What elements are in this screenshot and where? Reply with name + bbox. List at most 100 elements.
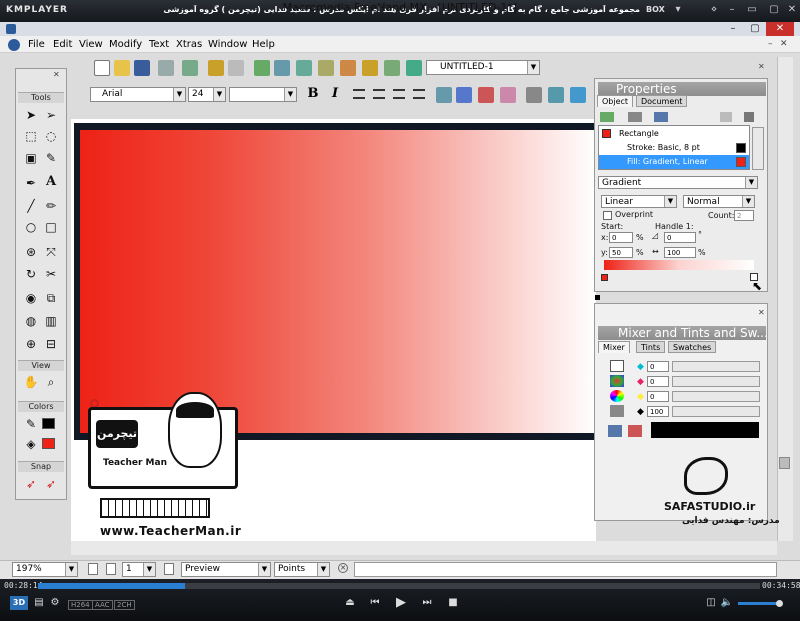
start-y-field[interactable]: 50	[609, 247, 633, 258]
effects-icon[interactable]	[478, 87, 494, 103]
magenta-field[interactable]: 0	[647, 376, 669, 387]
properties-title[interactable]: Properties	[598, 82, 766, 96]
chevron-down-icon[interactable]: ▼	[664, 196, 676, 207]
trash-icon[interactable]	[744, 112, 754, 122]
styles-icon[interactable]	[340, 60, 356, 76]
bold-button[interactable]: B	[306, 87, 320, 101]
effect-add-icon[interactable]	[654, 112, 668, 122]
view-mode-select[interactable]: Preview ▼	[181, 562, 271, 577]
group-icon[interactable]	[254, 60, 270, 76]
zoom-tool[interactable]: ⌕	[42, 373, 60, 391]
gradient-start-swatch[interactable]	[601, 274, 608, 281]
system-color-icon[interactable]	[610, 405, 624, 417]
color-mixer-icon[interactable]	[362, 60, 378, 76]
fill-color-icon[interactable]: ◈	[22, 435, 40, 453]
stroke-swatch[interactable]	[736, 143, 746, 153]
tab-mixer[interactable]: Mixer	[598, 341, 630, 353]
minimize-button[interactable]: –	[722, 22, 744, 36]
subselect-tool[interactable]: ➢	[42, 106, 60, 124]
import-icon[interactable]	[158, 60, 174, 76]
scale-tool[interactable]: ⤧	[42, 243, 60, 261]
fill-type-select[interactable]: Gradient ▼	[598, 176, 758, 189]
properties-close-icon[interactable]: ✕	[758, 62, 765, 71]
add-to-swatches-icon[interactable]	[608, 425, 622, 437]
chart-tool[interactable]: ▥	[42, 312, 60, 330]
units-select[interactable]: Points ▼	[274, 562, 330, 577]
mixer-title[interactable]: Mixer and Tints and Sw...	[598, 326, 766, 340]
connector-tool[interactable]: ⊟	[42, 335, 60, 353]
text-tool[interactable]: A	[42, 174, 60, 192]
stroke-color-swatch[interactable]	[42, 418, 55, 429]
count-field[interactable]: 2	[734, 210, 754, 221]
align-right-icon[interactable]	[393, 89, 405, 99]
capture-icon[interactable]: ◫	[704, 596, 718, 610]
menu-view[interactable]: View	[79, 39, 103, 50]
open-icon[interactable]	[114, 60, 130, 76]
close-button[interactable]: ✕	[766, 22, 794, 36]
previous-icon[interactable]: ⏮	[368, 596, 382, 610]
volume-icon[interactable]: 🔈	[720, 596, 734, 610]
menu-file[interactable]: File	[28, 39, 45, 50]
symbol-tool[interactable]: ⊕	[22, 335, 40, 353]
stroke-color-icon[interactable]: ✎	[22, 415, 40, 433]
magenta-slider[interactable]	[672, 376, 760, 387]
chevron-down-icon[interactable]: ▼	[527, 61, 539, 74]
convert-icon[interactable]	[500, 87, 516, 103]
line-tool[interactable]: ╱	[22, 197, 40, 215]
blend-mode-select[interactable]: Normal ▼	[683, 195, 755, 208]
menu-help[interactable]: Help	[252, 39, 275, 50]
page-icon[interactable]	[106, 563, 116, 575]
chevron-down-icon[interactable]: ▼	[213, 88, 225, 101]
shape-tool-icon[interactable]	[456, 87, 472, 103]
duplicate-icon[interactable]	[720, 112, 732, 122]
black-field[interactable]: 100	[647, 406, 669, 417]
chevron-down-icon[interactable]: ▼	[173, 88, 185, 101]
menu-text[interactable]: Text	[149, 39, 169, 50]
handle-angle-field[interactable]: 0	[664, 232, 696, 243]
list-item-selected[interactable]: Fill: Gradient, Linear	[599, 155, 749, 169]
text-wrap-icon[interactable]	[570, 87, 586, 103]
page-tool[interactable]: ⬚	[22, 127, 40, 145]
transform-icon[interactable]	[296, 60, 312, 76]
list-item[interactable]: Rectangle	[599, 127, 749, 141]
snap-to-object-icon[interactable]: ➶	[42, 475, 60, 493]
eyedropper-tool[interactable]: ✎	[42, 149, 60, 167]
text-tool-icon[interactable]	[436, 87, 452, 103]
mixer-close-icon[interactable]: ✕	[758, 308, 765, 317]
lasso-tool[interactable]: ◌	[42, 127, 60, 145]
cyan-slider[interactable]	[672, 361, 760, 372]
settings-icon[interactable]: ⚙	[48, 596, 62, 610]
object-icon[interactable]	[526, 87, 542, 103]
document-icon[interactable]	[8, 39, 20, 51]
chevron-down-icon[interactable]: ▼	[284, 88, 296, 101]
gradient-type-select[interactable]: Linear ▼	[601, 195, 677, 208]
hls-mode-icon[interactable]	[610, 390, 624, 402]
yellow-slider[interactable]	[672, 391, 760, 402]
next-icon[interactable]: ⏭	[420, 596, 434, 610]
layers-icon[interactable]	[318, 60, 334, 76]
zoom-select[interactable]: 197% ▼	[12, 562, 78, 577]
menu-modify[interactable]: Modify	[109, 39, 142, 50]
ellipse-tool[interactable]: ○	[22, 218, 40, 236]
list-scrollbar[interactable]	[752, 127, 764, 170]
document-select[interactable]: UNTITLED-1 ▼	[426, 60, 540, 75]
doc-minimize-icon[interactable]: –	[768, 39, 773, 49]
list-item[interactable]: Stroke: Basic, 8 pt	[599, 141, 749, 155]
italic-button[interactable]: I	[328, 87, 342, 101]
overprint-checkbox[interactable]	[603, 211, 612, 220]
chevron-down-icon[interactable]: ▼	[742, 196, 754, 207]
doc-close-icon[interactable]: ✕	[780, 39, 788, 49]
chevron-down-icon[interactable]: ▼	[65, 563, 77, 576]
align-justify-icon[interactable]	[413, 89, 425, 99]
rotate-tool[interactable]: ↻	[22, 265, 40, 283]
save-icon[interactable]	[134, 60, 150, 76]
align-icon[interactable]	[274, 60, 290, 76]
menu-window[interactable]: Window	[208, 39, 247, 50]
gradient-ramp[interactable]	[604, 260, 754, 270]
menu-xtras[interactable]: Xtras	[176, 39, 202, 50]
font-size-select[interactable]: 24 ▼	[188, 87, 226, 102]
snap-to-point-icon[interactable]: ➶	[22, 475, 40, 493]
freeform-tool[interactable]: ◉	[22, 289, 40, 307]
tools-close-icon[interactable]: ✕	[53, 70, 60, 79]
cmyk-mode-icon[interactable]	[610, 360, 624, 372]
